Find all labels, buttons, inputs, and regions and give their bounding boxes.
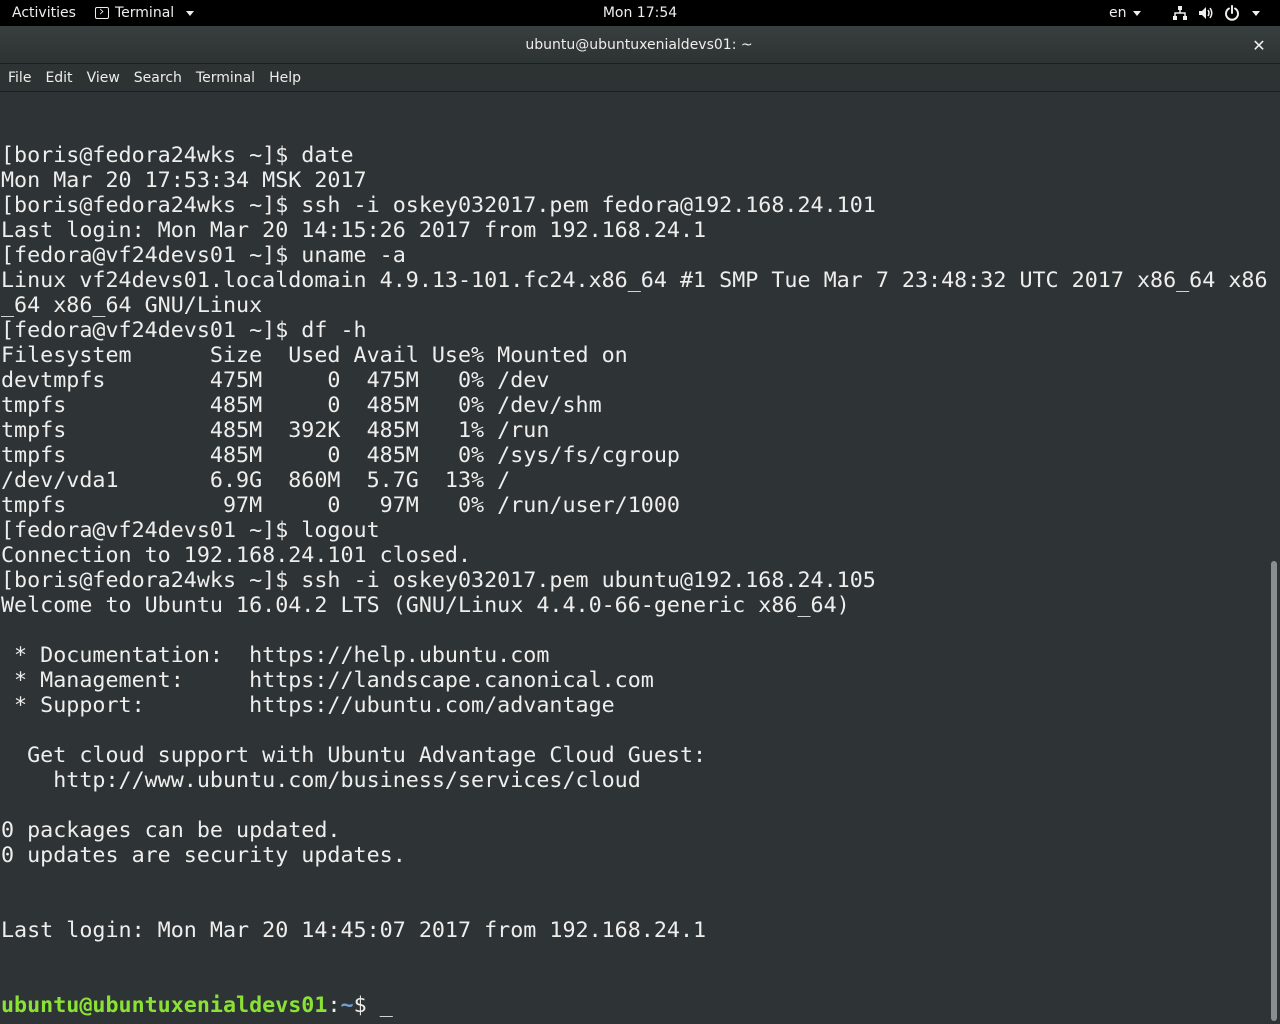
activities-label: Activities	[12, 5, 76, 21]
window-titlebar[interactable]: ubuntu@ubuntuxenialdevs01: ~ ✕	[0, 26, 1280, 64]
terminal-output: [boris@fedora24wks ~]$ date Mon Mar 20 17…	[1, 93, 1268, 1024]
terminal-line: tmpfs 485M 392K 485M 1% /run	[1, 418, 550, 443]
window-title: ubuntu@ubuntuxenialdevs01: ~	[525, 36, 753, 53]
terminal-line: [fedora@vf24devs01 ~]$ df -h	[1, 318, 367, 343]
menu-bar: File Edit View Search Terminal Help	[0, 64, 1280, 92]
volume-icon	[1198, 5, 1214, 21]
menu-view[interactable]: View	[80, 64, 127, 92]
terminal-line: [boris@fedora24wks ~]$ ssh -i oskey03201…	[1, 568, 876, 593]
terminal-line: Welcome to Ubuntu 16.04.2 LTS (GNU/Linux…	[1, 593, 850, 618]
terminal-line: * Management: https://landscape.canonica…	[1, 668, 654, 693]
chevron-down-icon	[186, 10, 195, 16]
app-menu-label: Terminal	[115, 5, 175, 21]
terminal-line: devtmpfs 475M 0 475M 0% /dev	[1, 368, 550, 393]
top-bar: Activities Terminal Mon 17:54 en	[0, 0, 1280, 26]
chevron-down-icon	[1252, 10, 1260, 16]
menu-terminal[interactable]: Terminal	[189, 64, 262, 92]
terminal-line: tmpfs 485M 0 485M 0% /sys/fs/cgroup	[1, 443, 680, 468]
network-icon	[1172, 5, 1188, 21]
terminal-line: Get cloud support with Ubuntu Advantage …	[1, 743, 707, 768]
terminal-line: Linux vf24devs01.localdomain 4.9.13-101.…	[1, 268, 1268, 293]
terminal-line: * Documentation: https://help.ubuntu.com	[1, 643, 550, 668]
menu-file[interactable]: File	[1, 64, 38, 92]
app-menu-button[interactable]: Terminal	[95, 0, 195, 26]
prompt-dollar: $	[353, 993, 380, 1018]
terminal-line: Last login: Mon Mar 20 14:45:07 2017 fro…	[1, 918, 707, 943]
terminal-line: tmpfs 97M 0 97M 0% /run/user/1000	[1, 493, 680, 518]
scrollbar[interactable]	[1268, 93, 1280, 1024]
prompt-path: ~	[340, 993, 354, 1018]
language-label: en	[1109, 5, 1127, 21]
terminal-line: Last login: Mon Mar 20 14:15:26 2017 fro…	[1, 218, 707, 243]
terminal-line: 0 updates are security updates.	[1, 843, 406, 868]
terminal-line: Mon Mar 20 17:53:34 MSK 2017	[1, 168, 367, 193]
terminal-area[interactable]: [boris@fedora24wks ~]$ date Mon Mar 20 17…	[0, 93, 1268, 1024]
terminal-line: /dev/vda1 6.9G 860M 5.7G 13% /	[1, 468, 511, 493]
menu-edit[interactable]: Edit	[38, 64, 79, 92]
menu-help[interactable]: Help	[262, 64, 308, 92]
prompt-line: ubuntu@ubuntuxenialdevs01:~$ _	[1, 993, 1268, 1018]
terminal-line: [boris@fedora24wks ~]$ date	[1, 143, 354, 168]
scrollbar-thumb[interactable]	[1271, 561, 1277, 1021]
close-button[interactable]: ✕	[1248, 34, 1270, 56]
terminal-line: * Support: https://ubuntu.com/advantage	[1, 693, 615, 718]
terminal-line: [fedora@vf24devs01 ~]$ uname -a	[1, 243, 406, 268]
prompt-user-host: ubuntu@ubuntuxenialdevs01	[1, 993, 328, 1018]
language-selector[interactable]: en	[1109, 0, 1141, 26]
clock-button[interactable]: Mon 17:54	[603, 5, 677, 21]
terminal-line: 0 packages can be updated.	[1, 818, 341, 843]
chevron-down-icon	[1132, 10, 1141, 16]
terminal-line: _64 x86_64 GNU/Linux	[1, 293, 263, 318]
menu-search[interactable]: Search	[127, 64, 189, 92]
text-cursor: _	[379, 993, 393, 1018]
terminal-line: Connection to 192.168.24.101 closed.	[1, 543, 472, 568]
power-icon	[1224, 5, 1240, 21]
terminal-line: http://www.ubuntu.com/business/services/…	[1, 768, 641, 793]
activities-button[interactable]: Activities	[12, 0, 76, 26]
prompt-colon: :	[327, 993, 341, 1018]
terminal-line: [fedora@vf24devs01 ~]$ logout	[1, 518, 380, 543]
terminal-icon	[95, 7, 109, 19]
terminal-line: [boris@fedora24wks ~]$ ssh -i oskey03201…	[1, 193, 876, 218]
terminal-line: tmpfs 485M 0 485M 0% /dev/shm	[1, 393, 602, 418]
close-icon: ✕	[1252, 35, 1266, 55]
system-tray[interactable]	[1172, 0, 1260, 26]
terminal-line: Filesystem Size Used Avail Use% Mounted …	[1, 343, 628, 368]
